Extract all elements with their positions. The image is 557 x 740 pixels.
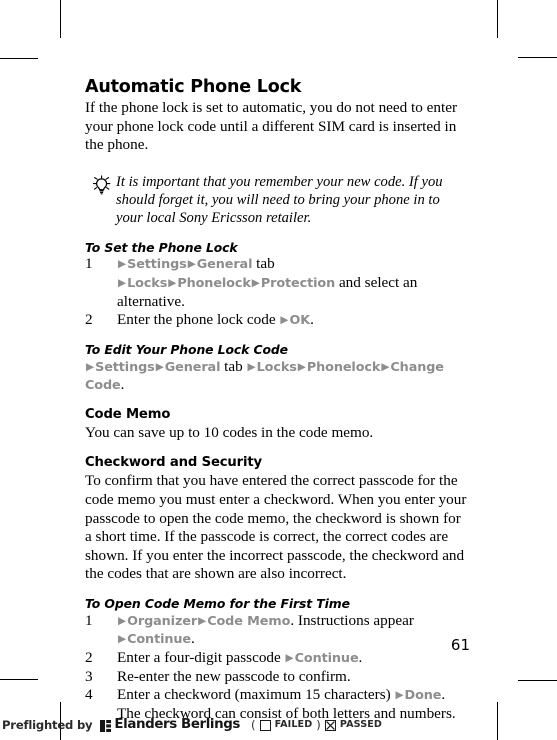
menu-item-token: General [164,359,221,375]
preflight-failed-label: FAILED [274,719,313,730]
steps-to-set-the-phone-lock: 1 ▶Settings▶General tab ▶Locks▶Phonelock▶… [85,255,470,329]
step-text: . Instructions appear [290,611,414,629]
step-number: 1 [85,255,93,273]
menu-arrow-icon: ▶ [118,614,127,627]
step-text: tab [220,357,247,375]
menu-arrow-icon: ▶ [395,689,404,702]
menu-arrow-icon: ▶ [297,360,306,373]
preflight-brand: Elanders Berlings [114,717,240,732]
menu-arrow-icon: ▶ [198,614,207,627]
menu-arrow-icon: ▶ [187,258,196,271]
section-heading-to-edit-your-phone-lock-code: To Edit Your Phone Lock Code [85,341,288,357]
menu-arrow-icon: ▶ [247,360,256,373]
step-number: 2 [85,311,93,329]
menu-item-token: General [196,257,253,273]
preflight-failed-checkbox [259,720,271,731]
tip-note: It is important that you remember your n… [85,173,470,228]
preflight-status: ( FAILED ) PASSED [251,718,382,732]
preflight-footer: Preflighted by Elanders Berlings ( FAILE… [2,717,382,732]
section-heading-automatic-phone-lock: Automatic Phone Lock [85,77,302,97]
menu-item-token: Phonelock [306,359,381,375]
menu-arrow-icon: ▶ [118,258,127,271]
procedure-step: 3 Re-enter the new passcode to confirm. [85,668,470,687]
page-content: Automatic Phone Lock If the phone lock i… [85,78,470,723]
menu-arrow-icon: ▶ [251,277,260,290]
lightbulb-tip-icon [88,175,116,195]
menu-item-token: Locks [127,276,168,292]
step-number: 3 [85,667,93,685]
page-number: 61 [450,636,470,654]
menu-arrow-icon: ▶ [118,277,127,290]
section-heading-checkword-and-security: Checkword and Security [85,454,262,470]
step-number: 4 [85,686,93,704]
preflight-passed-label: PASSED [339,719,382,730]
menu-arrow-icon: ▶ [381,360,390,373]
step-content: Enter the phone lock code ▶OK. [117,311,314,328]
crop-mark-top-left-vertical [60,0,61,38]
step-text: Re-enter the new passcode to confirm. [117,667,351,685]
menu-item-token: OK [289,313,311,329]
crop-mark-bottom-left-horizontal [0,679,38,680]
step-text: . [310,311,314,329]
step-content: Re-enter the new passcode to confirm. [117,668,351,685]
steps-to-open-code-memo: 1 ▶Organizer▶Code Memo. Instructions appe… [85,612,470,724]
menu-item-token: Protection [260,276,336,292]
step-number: 1 [85,611,93,629]
menu-arrow-icon: ▶ [168,277,177,290]
step-text: . [120,376,125,394]
paragraph-code-memo: You can save up to 10 codes in the code … [85,424,374,442]
menu-item-token: Organizer [127,613,198,629]
preflight-passed-checkbox [324,720,336,731]
menu-item-token: Settings [95,359,155,375]
step-content: ▶Settings▶General tab ▶Locks▶Phonelock▶P… [117,255,417,309]
menu-arrow-icon: ▶ [280,314,289,327]
step-text: Enter the phone lock code [117,311,280,329]
crop-mark-top-left-horizontal [0,58,38,59]
step-text: Enter a checkword (maximum 15 characters… [117,686,395,704]
crop-mark-top-right-vertical [497,0,498,38]
menu-item-token: Locks [256,359,297,375]
paragraph-checkword-and-security: To confirm that you have entered the cor… [85,472,467,583]
preflight-paren-open: ( [251,717,256,732]
crop-mark-top-right-horizontal [518,57,557,58]
tip-text: It is important that you remember your n… [116,173,443,227]
section-heading-to-open-code-memo: To Open Code Memo for the First Time [85,596,350,612]
elanders-logo-icon [100,719,112,732]
menu-item-token: Settings [127,257,187,273]
menu-item-token: Done [404,688,442,704]
menu-item-token: Code Memo [207,613,291,629]
preflight-paren-close: ) [316,717,321,732]
preflight-label: Preflighted by [2,717,93,732]
menu-path-edit-phone-lock-code: ▶Settings▶General tab ▶Locks▶Phonelock▶C… [85,358,470,395]
menu-item-token: Phonelock [177,276,251,292]
step-text: tab [252,255,275,273]
section-heading-to-set-the-phone-lock: To Set the Phone Lock [85,239,238,255]
crop-mark-bottom-right-horizontal [518,680,557,681]
menu-arrow-icon: ▶ [155,360,164,373]
crop-mark-bottom-right-vertical [497,702,498,740]
procedure-step: 1 ▶Settings▶General tab ▶Locks▶Phonelock▶… [85,255,470,311]
menu-arrow-icon: ▶ [86,360,95,373]
paragraph-automatic-phone-lock: If the phone lock is set to automatic, y… [85,98,457,154]
procedure-step: 2 Enter the phone lock code ▶OK. [85,311,470,330]
section-heading-code-memo: Code Memo [85,406,171,422]
